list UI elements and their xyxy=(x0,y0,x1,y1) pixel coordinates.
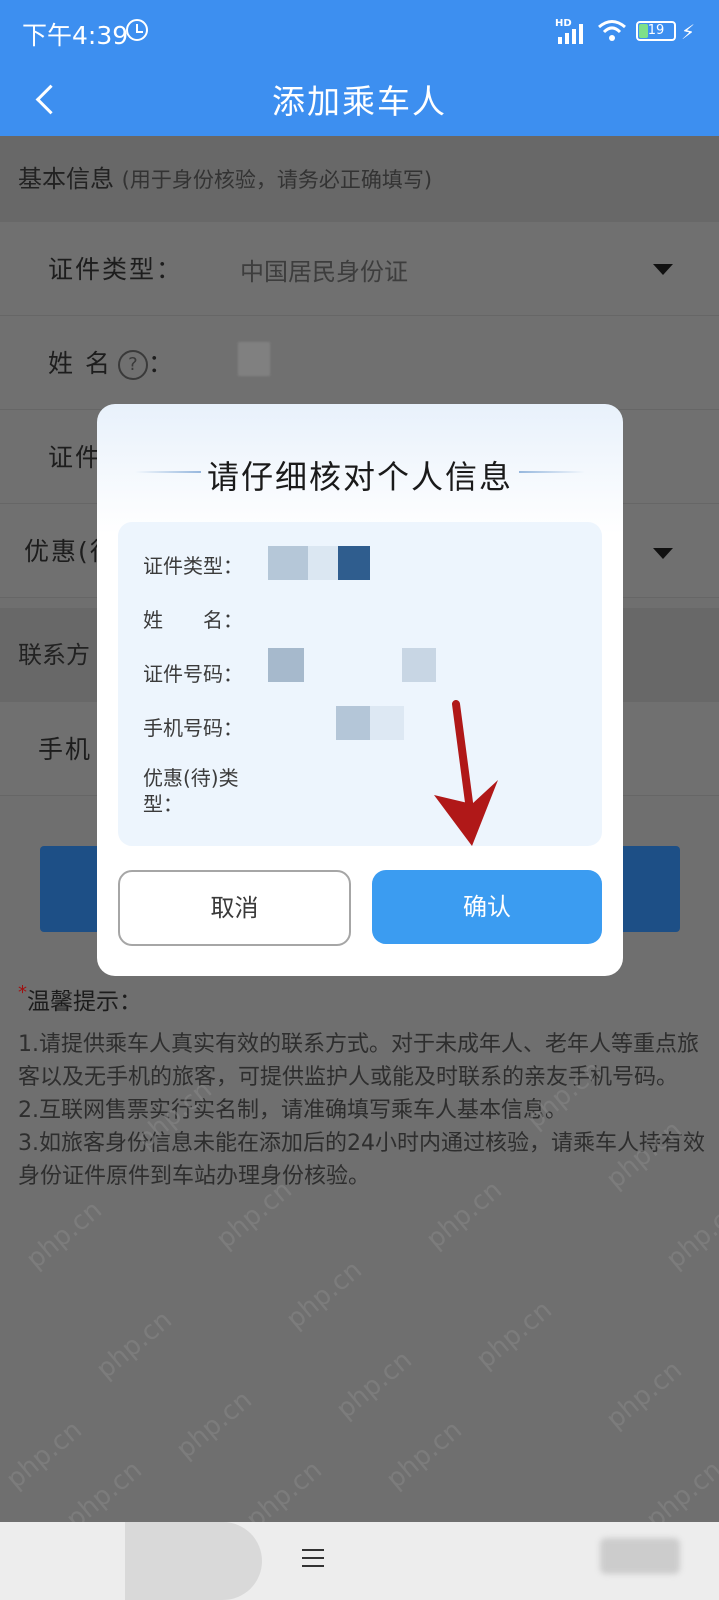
alarm-icon xyxy=(126,19,148,41)
watermark: php.cn xyxy=(0,1415,88,1495)
watermark: php.cn xyxy=(660,1195,719,1275)
battery-level: 19 xyxy=(647,23,665,38)
battery-icon: 19 xyxy=(636,21,676,41)
watermark: php.cn xyxy=(380,1415,468,1495)
title-decoration-right xyxy=(519,471,585,473)
redacted-name xyxy=(238,342,270,376)
help-icon[interactable]: ? xyxy=(117,350,148,380)
info-card: 证件类型： 姓 名： 证件号码： 手机号码： 优惠(待)类 型： xyxy=(118,522,602,846)
info-id-number-label: 证件号码： xyxy=(143,662,243,686)
watermark: php.cn xyxy=(470,1295,558,1375)
nav-menu-button[interactable] xyxy=(125,1522,324,1600)
contact-title: 联系方 xyxy=(18,641,90,669)
redacted-phone xyxy=(336,706,370,740)
dialog-title: 请仔细核对个人信息 xyxy=(206,458,513,496)
tip-item-1: 1.请提供乘车人真实有效的联系方式。对于未成年人、老年人等重点旅客以及无手机的旅… xyxy=(18,1032,699,1090)
info-discount-label-2: 型： xyxy=(143,792,183,816)
chevron-down-icon xyxy=(653,548,673,559)
required-star: * xyxy=(18,982,27,1003)
info-name-label: 姓 名： xyxy=(143,608,243,632)
page-title: 添加乘车人 xyxy=(272,82,447,121)
wifi-icon xyxy=(598,20,626,41)
name-label: 姓 名?： xyxy=(48,344,175,380)
charging-icon: ⚡ xyxy=(681,20,696,44)
name-label-text: 姓 名 xyxy=(48,349,112,378)
redacted-id-number xyxy=(268,648,304,682)
id-type-value: 中国居民身份证 xyxy=(240,258,408,286)
info-phone-label: 手机号码： xyxy=(143,716,243,740)
watermark: php.cn xyxy=(280,1255,368,1335)
basic-info-hint: (用于身份核验，请务必正确填写) xyxy=(121,168,433,192)
watermark: php.cn xyxy=(600,1355,688,1435)
watermark: php.cn xyxy=(90,1305,178,1385)
redacted-id-type xyxy=(268,546,308,580)
bottom-nav-bar xyxy=(0,1522,719,1600)
watermark: php.cn xyxy=(330,1345,418,1425)
signal-icon xyxy=(558,24,583,44)
status-time: 下午4:39 xyxy=(22,21,129,50)
info-discount-label: 优惠(待)类 xyxy=(143,766,239,790)
app-header: 添加乘车人 xyxy=(0,62,719,136)
id-number-label: 证件 xyxy=(48,443,103,472)
status-bar: 下午4:39 HD 19 ⚡ xyxy=(0,0,719,62)
redacted-id-type xyxy=(338,546,370,580)
id-type-row[interactable]: 证件类型： 中国居民身份证 xyxy=(0,222,719,316)
tips-panel: *温馨提示： 1.请提供乘车人真实有效的联系方式。对于未成年人、老年人等重点旅客… xyxy=(18,982,708,1193)
basic-info-title: 基本信息 xyxy=(18,165,114,193)
chevron-down-icon xyxy=(653,264,673,275)
redacted-id-type xyxy=(308,546,338,580)
confirm-dialog: 请仔细核对个人信息 证件类型： 姓 名： 证件号码： 手机号码： 优惠(待)类 … xyxy=(97,404,623,976)
menu-icon xyxy=(302,1549,324,1567)
tip-item-2: 2.互联网售票实行实名制，请准确填写乘车人基本信息。 xyxy=(18,1098,567,1123)
basic-info-section-header: 基本信息 (用于身份核验，请务必正确填写) xyxy=(0,136,719,222)
tips-title-text: 温馨提示： xyxy=(27,989,142,1015)
redacted-id-number xyxy=(402,648,436,682)
phone-label: 手机 xyxy=(38,735,93,764)
tip-item-3: 3.如旅客身份信息未能在添加后的24小时内通过核验，请乘车人持有效身份证件原件到… xyxy=(18,1131,705,1189)
cancel-button[interactable]: 取消 xyxy=(118,870,351,946)
name-colon: ： xyxy=(147,349,175,378)
info-id-type-label: 证件类型： xyxy=(143,554,243,578)
nav-blurred-item xyxy=(600,1538,680,1574)
watermark: php.cn xyxy=(20,1195,108,1275)
annotation-arrow-icon xyxy=(434,700,498,846)
confirm-button[interactable]: 确认 xyxy=(372,870,602,944)
name-row[interactable]: 姓 名?： xyxy=(0,316,719,410)
redacted-phone xyxy=(370,706,404,740)
tips-title: *温馨提示： xyxy=(18,982,708,1016)
watermark: php.cn xyxy=(170,1385,258,1465)
id-type-label: 证件类型： xyxy=(48,255,184,284)
